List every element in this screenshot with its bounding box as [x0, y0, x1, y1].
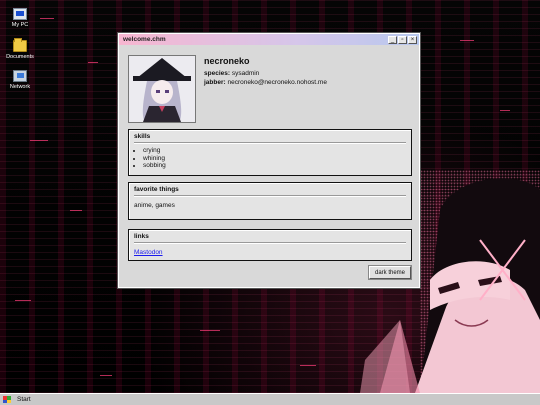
mastodon-link[interactable]: Mastodon [134, 249, 163, 256]
glitch-streak [15, 300, 31, 301]
window-title: welcome.chm [123, 36, 166, 43]
desktop-icon-my-pc[interactable]: My PC [6, 8, 34, 28]
folder-icon [13, 38, 27, 52]
computer-icon [13, 8, 27, 20]
links-heading: links [134, 233, 149, 240]
glitch-streak [100, 375, 112, 376]
desktop-icon-documents[interactable]: Documents [6, 38, 34, 60]
skills-heading: skills [134, 133, 151, 140]
taskbar: Start [0, 393, 540, 405]
profile-name: necroneko [204, 56, 250, 66]
favorites-text: anime, games [134, 202, 175, 209]
minimize-button[interactable]: _ [388, 35, 397, 44]
glitch-streak [30, 140, 48, 141]
start-label: Start [17, 396, 31, 403]
profile-jabber-row: jabber: necroneko@necroneko.nohost.me [204, 79, 327, 86]
list-item: crying [143, 147, 411, 155]
divider [134, 242, 406, 244]
glitch-streak [300, 365, 316, 366]
profile-info: necroneko species: sysadmin jabber: necr… [204, 56, 327, 88]
desktop-icon-label: My PC [11, 22, 29, 28]
favorites-panel: favorite things anime, games [128, 182, 412, 220]
network-icon [13, 70, 27, 82]
maximize-button[interactable]: ▫ [398, 35, 407, 44]
start-logo-icon [3, 396, 11, 403]
start-button[interactable]: Start [3, 396, 31, 403]
species-label: species: [204, 70, 231, 77]
profile-section: necroneko species: sysadmin jabber: necr… [128, 55, 410, 125]
jabber-value: necroneko@necroneko.nohost.me [227, 79, 327, 86]
dark-theme-button[interactable]: dark theme [367, 265, 413, 280]
window-titlebar[interactable]: welcome.chm _ ▫ × [119, 34, 419, 45]
welcome-window: welcome.chm _ ▫ × necroneko species: sys… [117, 32, 421, 289]
desktop-icon-network[interactable]: Network [6, 70, 34, 90]
skills-list: crying whining sobbing [129, 144, 411, 173]
glitch-streak [40, 18, 54, 19]
glitch-streak [460, 40, 474, 41]
close-button[interactable]: × [408, 35, 417, 44]
desktop-icon-label: Network [9, 84, 31, 90]
glitch-streak [88, 62, 98, 63]
jabber-label: jabber: [204, 79, 226, 86]
list-item: whining [143, 155, 411, 163]
glitch-streak [500, 110, 510, 111]
species-value: sysadmin [231, 70, 260, 77]
favorites-heading: favorite things [134, 186, 179, 193]
skills-panel: skills crying whining sobbing [128, 129, 412, 176]
list-item: sobbing [143, 162, 411, 170]
desktop-icon-label: Documents [6, 54, 34, 60]
glitch-streak [70, 210, 82, 211]
profile-species-row: species: sysadmin [204, 70, 327, 77]
links-panel: links Mastodon [128, 229, 412, 261]
glitch-streak [200, 330, 220, 331]
avatar [128, 55, 196, 123]
